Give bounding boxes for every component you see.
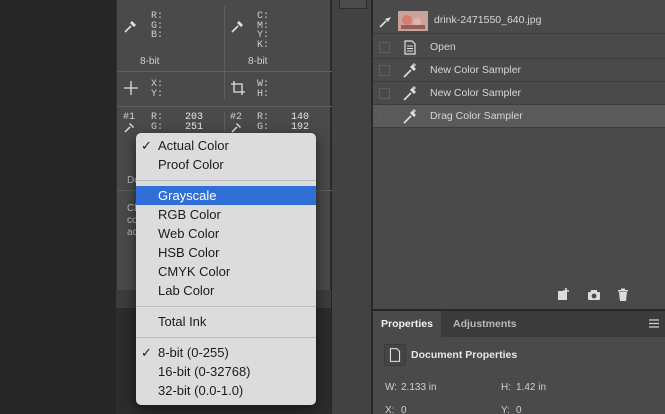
menu-item-hsb-color[interactable]: HSB Color (136, 243, 316, 262)
sampler2-values: 140 192 (290, 112, 309, 133)
history-checkbox[interactable] (379, 111, 390, 122)
history-item-label: Drag Color Sampler (430, 110, 523, 122)
menu-item-total-ink[interactable]: Total Ink (136, 312, 316, 331)
color-sampler-icon (403, 63, 416, 78)
menu-item-proof-color[interactable]: Proof Color (136, 155, 316, 174)
x-value[interactable]: 0 (401, 405, 407, 414)
y-value[interactable]: 0 (516, 405, 522, 414)
history-item-label: New Color Sampler (430, 64, 522, 76)
menu-separator (136, 180, 316, 181)
properties-tabbar: Properties Adjustments (373, 311, 665, 337)
menu-item-label: Web Color (158, 226, 220, 241)
history-item[interactable]: New Color Sampler (373, 59, 665, 82)
w-value[interactable]: 2.133 in (401, 382, 437, 393)
new-document-from-state-icon[interactable] (556, 288, 570, 302)
menu-item-rgb-color[interactable]: RGB Color (136, 205, 316, 224)
menu-item-grayscale[interactable]: Grayscale (136, 186, 316, 205)
section-title: Document Properties (411, 349, 518, 361)
y-label: Y: (501, 405, 510, 414)
menu-item-label: 16-bit (0-32768) (158, 364, 251, 379)
history-item-label: New Color Sampler (430, 87, 522, 99)
rgb-labels: R: G: B: (151, 11, 164, 41)
sampler2-labels: R: G: (257, 112, 270, 133)
history-checkbox[interactable] (379, 88, 390, 99)
xy-labels: X: Y: (151, 79, 164, 100)
eyedropper-icon[interactable] (123, 20, 137, 34)
info-toggle-button[interactable] (339, 0, 367, 9)
history-item[interactable]: Open (373, 36, 665, 59)
snapshot-name: drink-2471550_640.jpg (434, 14, 542, 26)
color-sampler-icon (403, 109, 416, 124)
snapshot-thumbnail (398, 11, 428, 31)
trash-icon[interactable] (616, 288, 630, 302)
history-item-label: Open (430, 41, 456, 53)
color-sampler-icon (124, 123, 134, 133)
menu-item-cmyk-color[interactable]: CMYK Color (136, 262, 316, 281)
color-mode-menu: ✓ Actual Color Proof Color Grayscale RGB… (136, 133, 316, 405)
menu-item-lab-color[interactable]: Lab Color (136, 281, 316, 300)
document-icon (384, 344, 406, 366)
camera-icon[interactable] (587, 288, 601, 302)
x-label: X: (385, 405, 395, 414)
bit-depth-left: 8-bit (140, 56, 160, 67)
info-divider (117, 106, 332, 107)
history-checkbox[interactable] (379, 65, 390, 76)
menu-item-32-bit[interactable]: 32-bit (0.0-1.0) (136, 381, 316, 400)
history-checkbox[interactable] (379, 42, 390, 53)
menu-item-16-bit[interactable]: 16-bit (0-32768) (136, 362, 316, 381)
history-item[interactable]: New Color Sampler (373, 82, 665, 105)
sampler1-values: 203 251 (184, 112, 203, 133)
menu-item-label: Grayscale (158, 188, 217, 203)
menu-item-actual-color[interactable]: ✓ Actual Color (136, 136, 316, 155)
menu-item-label: 8-bit (0-255) (158, 345, 229, 360)
checkmark-icon: ✓ (141, 345, 152, 360)
w-label: W: (385, 382, 398, 393)
menu-item-label: Lab Color (158, 283, 215, 298)
history-snapshot[interactable]: drink-2471550_640.jpg (373, 8, 665, 34)
menu-item-label: CMYK Color (158, 264, 231, 279)
menu-item-label: HSB Color (158, 245, 220, 260)
document-icon (404, 40, 416, 55)
menu-item-label: 32-bit (0.0-1.0) (158, 383, 244, 398)
menu-item-label: Actual Color (158, 138, 229, 153)
wh-labels: W: H: (257, 79, 270, 100)
tab-adjustments[interactable]: Adjustments (445, 311, 525, 337)
checkmark-icon: ✓ (141, 138, 152, 153)
history-panel: drink-2471550_640.jpg Open New Color Sam… (373, 0, 665, 309)
info-divider (224, 6, 225, 100)
menu-item-label: Total Ink (158, 314, 207, 329)
history-brush-icon[interactable] (378, 15, 392, 29)
cmyk-labels: C: M: Y: K: (257, 11, 270, 51)
color-sampler-icon (403, 86, 416, 101)
eyedropper-icon[interactable] (230, 20, 244, 34)
crosshair-icon (124, 81, 138, 95)
properties-panel: Properties Adjustments Document Properti… (373, 311, 665, 414)
menu-item-label: Proof Color (158, 157, 224, 172)
panel-dock-column (332, 0, 372, 414)
history-footer (373, 282, 665, 309)
menu-item-label: RGB Color (158, 207, 221, 222)
panel-menu-icon[interactable] (649, 319, 659, 328)
menu-separator (136, 337, 316, 338)
selection-size-icon (231, 81, 245, 95)
menu-item-8-bit[interactable]: ✓ 8-bit (0-255) (136, 343, 316, 362)
tab-properties[interactable]: Properties (373, 311, 441, 337)
history-item-selected[interactable]: Drag Color Sampler (373, 105, 665, 128)
h-value[interactable]: 1.42 in (516, 382, 546, 393)
h-label: H: (501, 382, 511, 393)
menu-separator (136, 306, 316, 307)
menu-item-web-color[interactable]: Web Color (136, 224, 316, 243)
bit-depth-right: 8-bit (248, 56, 268, 67)
info-divider (224, 112, 225, 132)
sampler1-labels: R: G: (151, 112, 164, 133)
